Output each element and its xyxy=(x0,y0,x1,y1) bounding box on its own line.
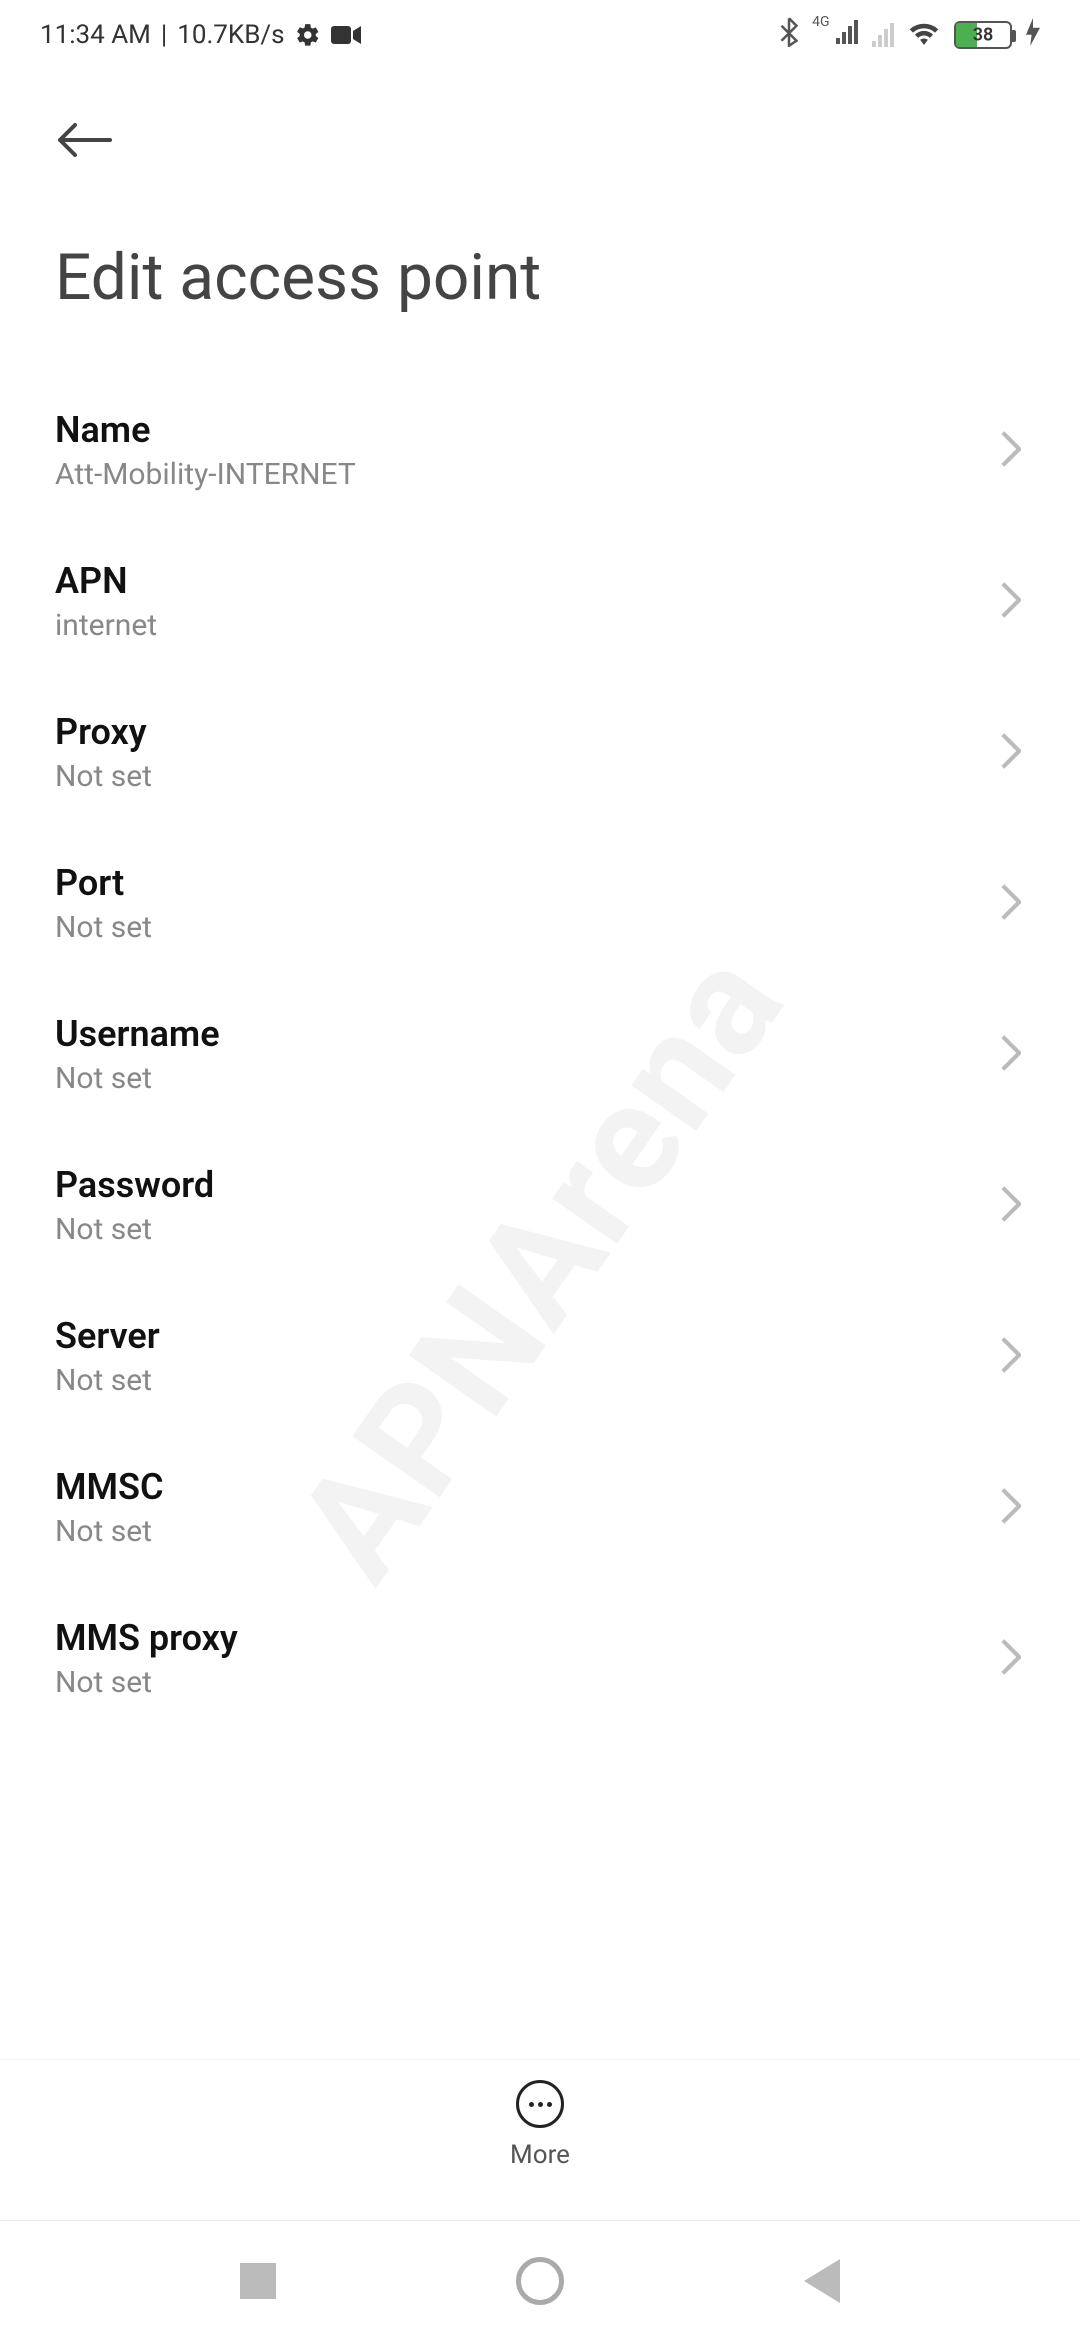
setting-value: Not set xyxy=(55,1212,1001,1247)
setting-label: Password xyxy=(55,1164,1001,1206)
chevron-right-icon xyxy=(1001,431,1025,471)
camera-icon xyxy=(331,24,361,46)
status-right: 4G 38 xyxy=(780,17,1040,54)
setting-label: APN xyxy=(55,560,1001,602)
nav-back-button[interactable] xyxy=(804,2259,840,2303)
setting-label: Name xyxy=(55,409,1001,451)
battery-percent: 38 xyxy=(973,25,994,46)
setting-label: Port xyxy=(55,862,1001,904)
setting-row-proxy[interactable]: Proxy Not set xyxy=(55,677,1025,828)
chevron-right-icon xyxy=(1001,582,1025,622)
status-left: 11:34 AM | 10.7KB/s xyxy=(40,20,361,50)
setting-label: MMSC xyxy=(55,1466,1001,1508)
setting-row-mms-proxy[interactable]: MMS proxy Not set xyxy=(55,1583,1025,1734)
setting-value: Not set xyxy=(55,1665,1001,1700)
setting-value: Not set xyxy=(55,1363,1001,1398)
chevron-right-icon xyxy=(1001,1639,1025,1679)
setting-value: Att-Mobility-INTERNET xyxy=(55,457,1001,492)
setting-label: MMS proxy xyxy=(55,1617,1001,1659)
chevron-right-icon xyxy=(1001,1337,1025,1377)
status-separator: | xyxy=(161,20,167,50)
setting-row-username[interactable]: Username Not set xyxy=(55,979,1025,1130)
navigation-bar xyxy=(0,2220,1080,2340)
wifi-icon xyxy=(908,19,940,52)
ellipsis-icon xyxy=(516,2080,564,2128)
setting-row-apn[interactable]: APN internet xyxy=(55,526,1025,677)
setting-value: Not set xyxy=(55,759,1001,794)
setting-row-port[interactable]: Port Not set xyxy=(55,828,1025,979)
back-button[interactable] xyxy=(55,110,115,170)
charging-icon xyxy=(1026,18,1040,53)
status-time: 11:34 AM xyxy=(40,20,151,50)
chevron-right-icon xyxy=(1001,733,1025,773)
setting-label: Username xyxy=(55,1013,1001,1055)
battery-icon: 38 xyxy=(954,21,1012,49)
setting-row-mmsc[interactable]: MMSC Not set xyxy=(55,1432,1025,1583)
status-bar: 11:34 AM | 10.7KB/s 4G 38 xyxy=(0,0,1080,70)
more-label: More xyxy=(510,2140,570,2170)
bluetooth-icon xyxy=(780,17,798,54)
settings-list: APNArena Name Att-Mobility-INTERNET APN … xyxy=(0,375,1080,2155)
chevron-right-icon xyxy=(1001,884,1025,924)
page-title: Edit access point xyxy=(55,240,1025,315)
nav-home-button[interactable] xyxy=(516,2257,564,2305)
status-data-rate: 10.7KB/s xyxy=(177,20,284,50)
header: Edit access point xyxy=(0,70,1080,375)
setting-label: Server xyxy=(55,1315,1001,1357)
nav-recent-button[interactable] xyxy=(240,2263,276,2299)
chevron-right-icon xyxy=(1001,1488,1025,1528)
setting-value: Not set xyxy=(55,1061,1001,1096)
signal-1: 4G xyxy=(812,20,858,51)
setting-value: internet xyxy=(55,608,1001,643)
setting-row-server[interactable]: Server Not set xyxy=(55,1281,1025,1432)
setting-value: Not set xyxy=(55,1514,1001,1549)
gear-icon xyxy=(295,22,321,48)
signal-2-no-service xyxy=(872,23,894,47)
setting-label: Proxy xyxy=(55,711,1001,753)
setting-value: Not set xyxy=(55,910,1001,945)
more-button[interactable]: More xyxy=(0,2059,1080,2190)
chevron-right-icon xyxy=(1001,1035,1025,1075)
chevron-right-icon xyxy=(1001,1186,1025,1226)
setting-row-password[interactable]: Password Not set xyxy=(55,1130,1025,1281)
setting-row-name[interactable]: Name Att-Mobility-INTERNET xyxy=(55,375,1025,526)
